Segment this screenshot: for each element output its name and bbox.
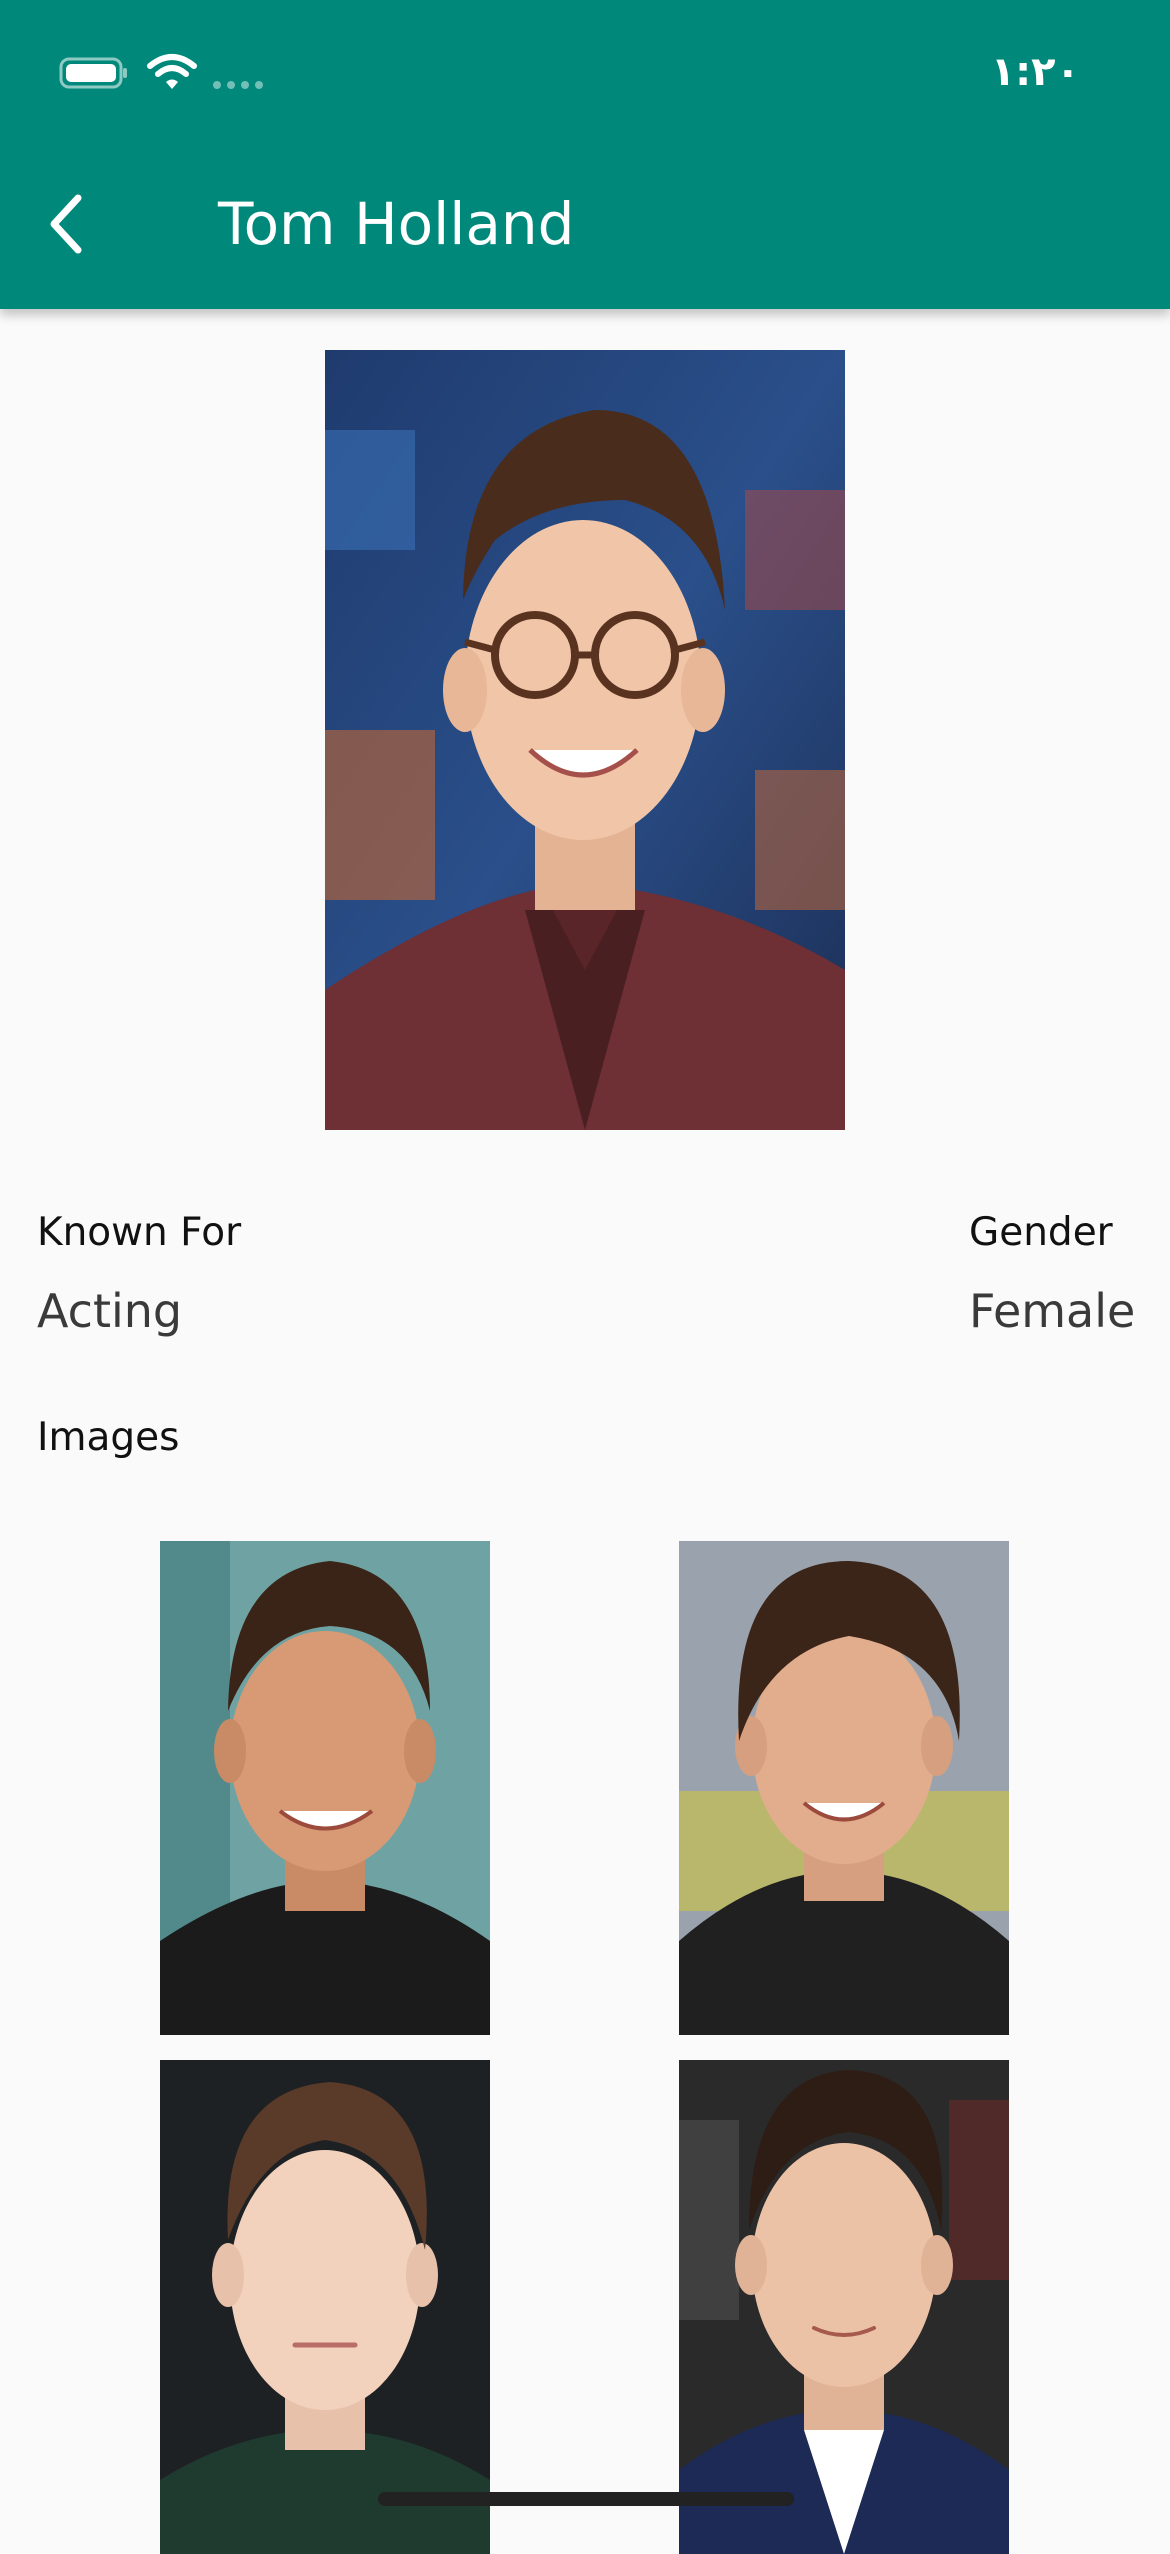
gender-label: Gender (969, 1210, 1113, 1255)
profile-photo (325, 350, 845, 1130)
home-indicator[interactable] (378, 2492, 794, 2506)
status-bar: ١:٢٠ (0, 0, 1170, 150)
wifi-icon (147, 54, 197, 89)
known-for-value: Acting (37, 1284, 183, 1338)
battery-icon (59, 57, 127, 89)
gallery-image[interactable] (160, 1541, 490, 2035)
page-title: Tom Holland (218, 190, 575, 258)
known-for-label: Known For (37, 1210, 242, 1255)
status-time: ١:٢٠ (990, 49, 1080, 95)
signal-icon (213, 81, 263, 89)
gallery-image[interactable] (160, 2060, 490, 2554)
gallery-image[interactable] (679, 2060, 1009, 2554)
chevron-left-icon (50, 194, 82, 254)
gallery-image[interactable] (679, 1541, 1009, 2035)
top-bar: ١:٢٠ Tom Holland (0, 0, 1170, 309)
gender-value: Female (969, 1284, 1136, 1338)
images-heading: Images (37, 1415, 180, 1460)
back-button[interactable] (30, 188, 102, 260)
app-bar: Tom Holland (0, 150, 1170, 309)
